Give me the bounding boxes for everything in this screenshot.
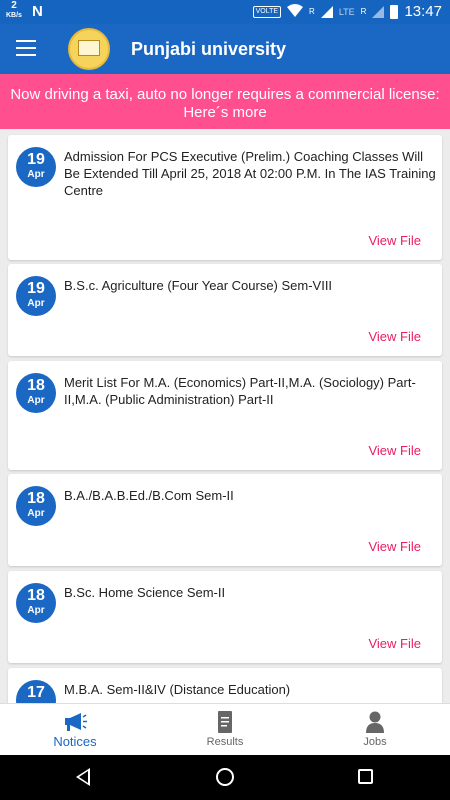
lte-label: LTE — [338, 6, 355, 17]
notice-card[interactable]: 19 Apr B.S.c. Agriculture (Four Year Cou… — [8, 264, 442, 356]
notice-title: M.B.A. Sem-II&IV (Distance Education) — [64, 682, 291, 697]
notice-card[interactable]: 18 Apr Merit List For M.A. (Economics) P… — [8, 361, 442, 470]
back-icon[interactable] — [76, 768, 90, 786]
date-badge: 19 Apr — [16, 147, 56, 187]
megaphone-icon — [63, 711, 87, 733]
system-navigation-bar — [0, 755, 450, 800]
date-badge: 19 Apr — [16, 276, 56, 316]
clock: 13:47 — [404, 3, 442, 20]
nav-notices[interactable]: Notices — [0, 704, 150, 756]
volte-badge: VOLTE — [252, 5, 282, 18]
recent-apps-icon[interactable] — [358, 769, 373, 784]
view-file-link[interactable]: View File — [368, 329, 421, 344]
roaming-r-label-2: R — [360, 7, 367, 16]
notice-title: B.S.c. Agriculture (Four Year Course) Se… — [64, 278, 333, 293]
notice-title: Admission For PCS Executive (Prelim.) Co… — [64, 149, 436, 198]
menu-icon[interactable] — [16, 40, 36, 56]
app-bar: Punjabi university — [0, 24, 450, 74]
date-badge: 18 Apr — [16, 486, 56, 526]
notice-card[interactable]: 19 Apr Admission For PCS Executive (Prel… — [8, 135, 442, 260]
roaming-r-label: R — [309, 7, 315, 16]
date-badge: 17 — [16, 680, 56, 703]
nav-results[interactable]: Results — [150, 704, 300, 756]
app-title: Punjabi university — [131, 39, 287, 59]
person-icon — [363, 711, 387, 733]
notice-title: B.A./B.A.B.Ed./B.Com Sem-II — [64, 488, 234, 503]
news-banner[interactable]: Now driving a taxi, auto no longer requi… — [0, 74, 450, 129]
view-file-link[interactable]: View File — [368, 233, 421, 248]
nav-label-results: Results — [206, 736, 244, 748]
view-file-link[interactable]: View File — [368, 443, 421, 458]
notice-title: B.Sc. Home Science Sem-II — [64, 585, 226, 600]
notice-card[interactable]: 17 M.B.A. Sem-II&IV (Distance Education) — [8, 668, 442, 703]
date-badge: 18 Apr — [16, 583, 56, 623]
bottom-navigation: Notices Results Jobs — [0, 703, 450, 755]
notice-card[interactable]: 18 Apr B.Sc. Home Science Sem-II View Fi… — [8, 571, 442, 663]
home-icon[interactable] — [216, 768, 234, 786]
notice-title: Merit List For M.A. (Economics) Part-II,… — [64, 375, 416, 407]
document-icon — [213, 711, 237, 733]
notices-list[interactable]: 19 Apr Admission For PCS Executive (Prel… — [0, 129, 450, 703]
date-badge: 18 Apr — [16, 373, 56, 413]
wifi-icon — [287, 3, 304, 20]
university-logo — [68, 28, 110, 70]
notification-n-icon: N — [32, 3, 43, 20]
status-bar: 2 KB/s N VOLTE R LTE R 13:47 — [0, 0, 450, 24]
battery-icon — [390, 4, 399, 19]
nav-label-jobs: Jobs — [363, 736, 387, 748]
nav-jobs[interactable]: Jobs — [300, 704, 450, 756]
signal-icon-1 — [320, 5, 333, 18]
network-speed: 2 KB/s — [6, 0, 22, 20]
view-file-link[interactable]: View File — [368, 539, 421, 554]
signal-icon-2 — [372, 5, 385, 18]
notice-card[interactable]: 18 Apr B.A./B.A.B.Ed./B.Com Sem-II View … — [8, 474, 442, 566]
nav-label-notices: Notices — [53, 734, 97, 749]
view-file-link[interactable]: View File — [368, 636, 421, 651]
